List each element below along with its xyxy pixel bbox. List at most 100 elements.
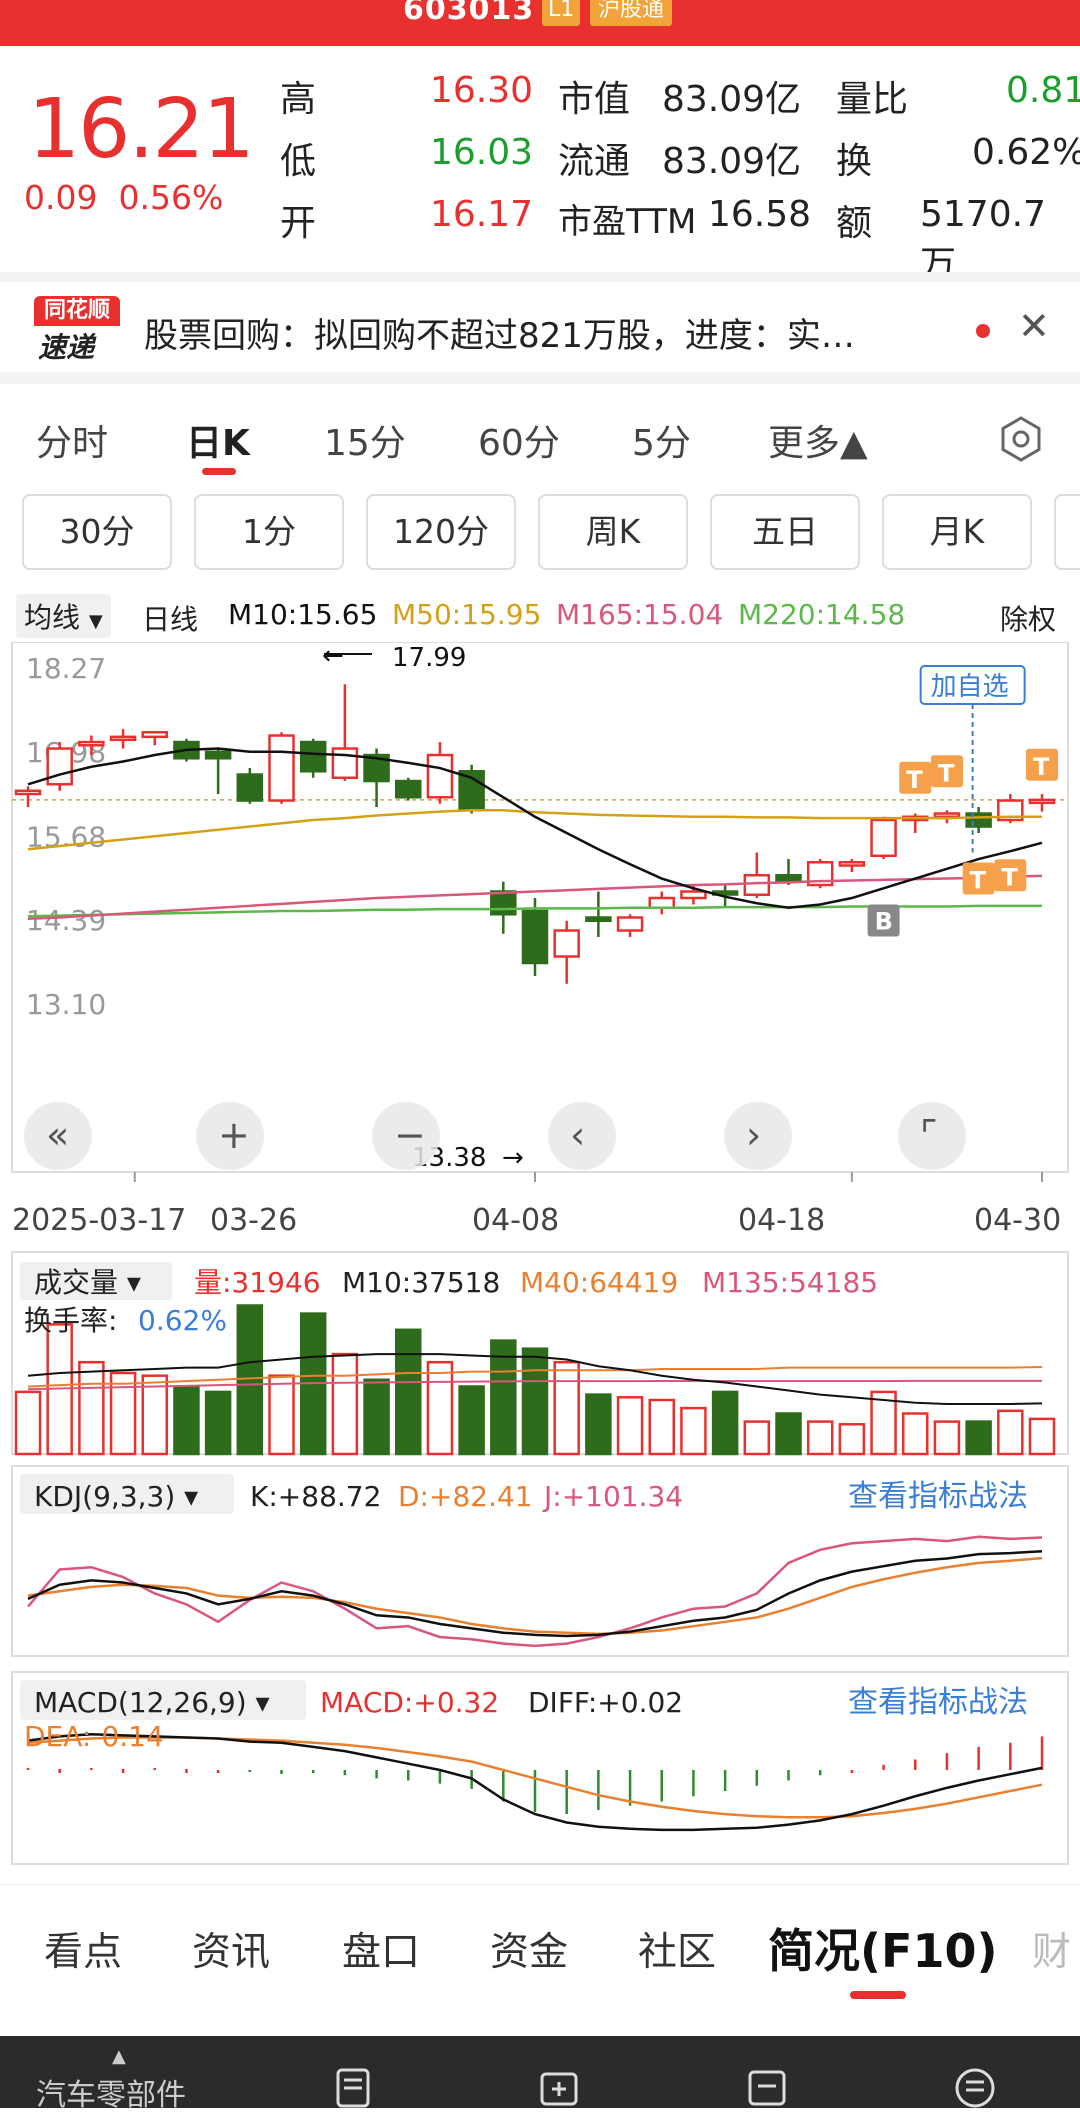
candle-body bbox=[680, 890, 707, 900]
tab-f10[interactable]: 简况(F10) bbox=[768, 1915, 997, 1981]
kdj-j-value: J:+101.34 bbox=[542, 1480, 683, 1513]
last-price: 16.21 bbox=[28, 82, 255, 177]
ma-legend: 均线 ▼ 日线 M10:15.65 M50:15.95 M165:15.04 M… bbox=[0, 590, 1080, 642]
volume-m10: M10:37518 bbox=[342, 1266, 500, 1299]
connect-badge: 沪股通 bbox=[590, 0, 673, 26]
chevron-down-icon: ▼ bbox=[88, 611, 103, 632]
period-tabs: 分时 日K 15分 60分 5分 更多▲ bbox=[0, 384, 1080, 484]
date-tick: 2025-03-17 bbox=[12, 1203, 186, 1238]
logo-bottom: 速递 bbox=[38, 331, 95, 364]
ths-logo: 同花顺 速递 bbox=[34, 296, 120, 364]
open-value: 16.17 bbox=[430, 194, 534, 235]
volume-bar bbox=[902, 1412, 929, 1456]
tab-community[interactable]: 社区 bbox=[638, 1921, 716, 1977]
close-icon[interactable]: ✕ bbox=[1018, 304, 1050, 348]
volume-bar bbox=[616, 1396, 644, 1456]
price-tick: 13.10 bbox=[26, 988, 106, 1021]
tab-5min[interactable]: 5分 bbox=[632, 414, 691, 466]
ma50-value: M50:15.95 bbox=[392, 598, 542, 631]
volume-bar bbox=[997, 1409, 1024, 1456]
level-badge: L1 bbox=[542, 0, 581, 26]
add-watch-label: 加自选 bbox=[931, 672, 1009, 702]
pill-weekly-k[interactable]: 周K bbox=[538, 494, 688, 570]
tab-orderbook[interactable]: 盘口 bbox=[342, 1921, 420, 1977]
volume-bar bbox=[331, 1352, 359, 1456]
change-percent: 0.56% bbox=[118, 178, 224, 217]
max-price-label: 17.99 bbox=[392, 643, 466, 673]
date-tick: 04-18 bbox=[738, 1203, 825, 1238]
volume-bar bbox=[109, 1371, 137, 1456]
settings-icon[interactable] bbox=[998, 416, 1044, 462]
news-text[interactable]: 股票回购：拟回购不超过821万股，进度：实… bbox=[144, 308, 855, 357]
industry-label[interactable]: 汽车零部件 bbox=[36, 2070, 186, 2114]
kdj-k-line bbox=[27, 1549, 1043, 1638]
tab-daily-k[interactable]: 日K bbox=[186, 414, 250, 466]
next-icon: › bbox=[746, 1113, 761, 1157]
volume-bar bbox=[268, 1374, 295, 1456]
kdj-k-value: K:+88.72 bbox=[250, 1480, 381, 1513]
ma-mode-select[interactable]: 均线 ▼ bbox=[16, 594, 111, 638]
candle-body bbox=[648, 896, 675, 910]
logo-top: 同花顺 bbox=[34, 296, 120, 326]
candle-body bbox=[109, 735, 137, 742]
pill-monthly-k[interactable]: 月K bbox=[882, 494, 1032, 570]
macd-strategy-link[interactable]: 查看指标战法 bbox=[848, 1685, 1028, 1720]
candle-body bbox=[585, 916, 612, 923]
pill-1min[interactable]: 1分 bbox=[194, 494, 344, 570]
volume-bar bbox=[458, 1385, 485, 1456]
candle-body bbox=[204, 750, 232, 760]
volume-bar bbox=[1028, 1417, 1056, 1456]
kdj-title: KDJ(9,3,3) ▾ bbox=[34, 1480, 198, 1513]
minus-box-icon[interactable] bbox=[744, 2064, 790, 2110]
volume-bar bbox=[78, 1360, 105, 1456]
ma10-value: M10:15.65 bbox=[228, 598, 378, 631]
tab-news[interactable]: 资讯 bbox=[192, 1921, 270, 1977]
caret-up-icon[interactable]: ▲ bbox=[112, 2046, 126, 2067]
stock-code: 603013 bbox=[403, 0, 535, 27]
add-watchlist-icon[interactable] bbox=[536, 2064, 582, 2110]
tab-15min[interactable]: 15分 bbox=[324, 414, 406, 466]
tab-highlights[interactable]: 看点 bbox=[44, 1921, 122, 1977]
volume-bar bbox=[204, 1390, 232, 1456]
pill-30min[interactable]: 30分 bbox=[22, 494, 172, 570]
kdj-strategy-link[interactable]: 查看指标战法 bbox=[848, 1479, 1028, 1514]
tab-finance[interactable]: 财 bbox=[1032, 1921, 1071, 1977]
jump-start-icon: « bbox=[46, 1113, 69, 1157]
volume-bar bbox=[426, 1360, 454, 1456]
top-bar: 603013 L1 沪股通 bbox=[0, 0, 1080, 46]
volratio-label: 量比 bbox=[836, 79, 909, 120]
zoom-out-icon: − bbox=[394, 1113, 426, 1157]
tab-capital[interactable]: 资金 bbox=[490, 1921, 568, 1977]
tab-intraday[interactable]: 分时 bbox=[36, 414, 108, 466]
candle-body bbox=[268, 734, 295, 802]
menu-icon[interactable] bbox=[952, 2064, 998, 2110]
candle-body bbox=[838, 861, 866, 867]
pill-120min[interactable]: 120分 bbox=[366, 494, 516, 570]
volume-bar bbox=[585, 1393, 612, 1456]
candle-body bbox=[743, 874, 771, 897]
volume-m135: M135:54185 bbox=[702, 1266, 878, 1299]
zoom-in-icon: + bbox=[218, 1113, 250, 1157]
pe-label: 市盈TTM bbox=[558, 202, 697, 242]
period-pills: 30分 1分 120分 周K 五日 月K bbox=[0, 494, 1080, 574]
volume-title: 成交量 ▾ bbox=[34, 1266, 141, 1299]
macd-value: MACD:+0.32 bbox=[320, 1686, 499, 1719]
volume-bar bbox=[965, 1420, 992, 1456]
candle-body bbox=[299, 740, 327, 773]
pill-5day[interactable]: 五日 bbox=[710, 494, 860, 570]
turnover-label: 换 bbox=[836, 141, 873, 182]
candle-body bbox=[395, 779, 422, 799]
notes-icon[interactable] bbox=[330, 2064, 376, 2110]
macd-diff-value: DIFF:+0.02 bbox=[528, 1686, 683, 1719]
candle-body bbox=[78, 740, 105, 747]
pill-overflow[interactable] bbox=[1054, 494, 1080, 570]
volume-bar bbox=[395, 1328, 422, 1456]
tab-more[interactable]: 更多▲ bbox=[768, 414, 868, 466]
stock-charts[interactable]: 18.2716.9815.6814.3913.10←17.9913.38→加自选… bbox=[0, 642, 1080, 1872]
t-marker-label: T bbox=[970, 867, 987, 895]
news-ticker[interactable]: 同花顺 速递 股票回购：拟回购不超过821万股，进度：实… ✕ bbox=[0, 272, 1080, 372]
adjust-toggle[interactable]: 除权 bbox=[1000, 598, 1056, 638]
candle-body bbox=[141, 731, 168, 739]
tab-60min[interactable]: 60分 bbox=[478, 414, 560, 466]
bottom-nav: ▲ 汽车零部件 bbox=[0, 2036, 1080, 2113]
